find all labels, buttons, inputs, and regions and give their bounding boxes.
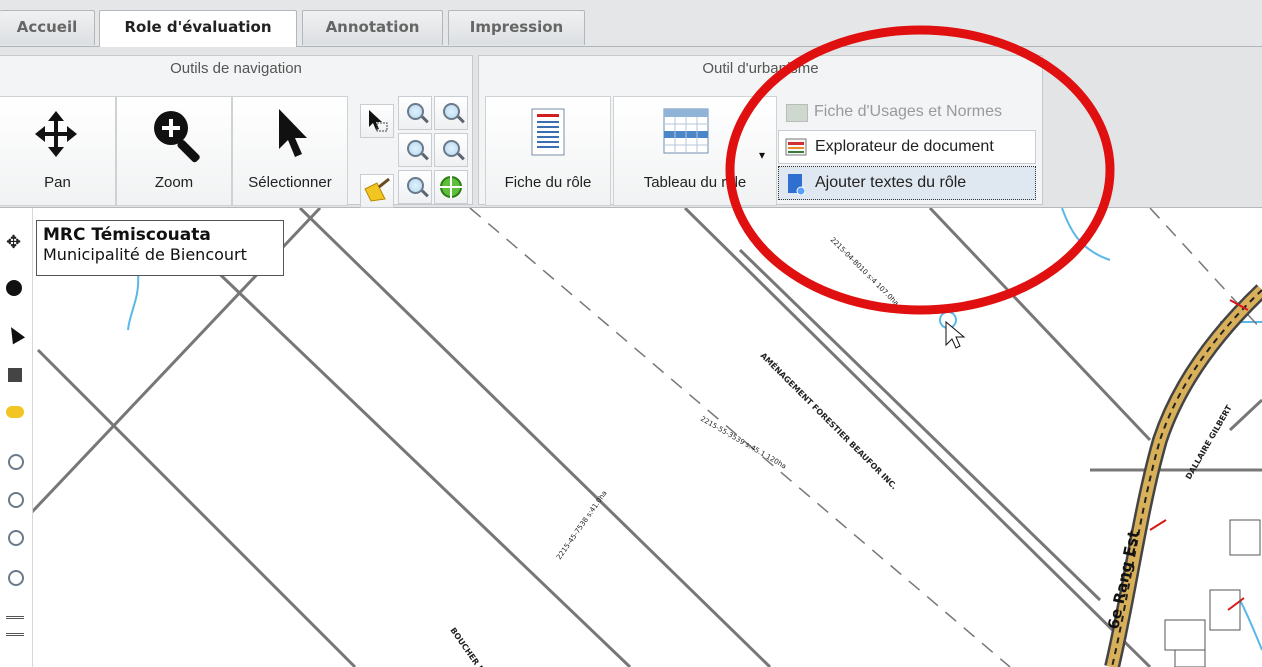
pan-button[interactable]: Pan — [0, 96, 116, 206]
cadastral-map[interactable]: AMÉNAGEMENT FORESTIER BEAUFOR INC. BOUCH… — [0, 208, 1262, 667]
zoom-label: Zoom — [154, 174, 194, 191]
map-canvas[interactable]: AMÉNAGEMENT FORESTIER BEAUFOR INC. BOUCH… — [0, 208, 1262, 667]
globe-icon — [440, 176, 462, 198]
tooltip-subtitle: Municipalité de Biencourt — [43, 245, 247, 264]
menu-item-explorateur-document[interactable]: Explorateur de document — [778, 130, 1036, 164]
tooltip-title: MRC Témiscouata — [43, 225, 211, 245]
select-area-button[interactable] — [360, 104, 394, 138]
pan-tool-icon[interactable]: ✥ — [6, 232, 21, 253]
zoom-box-tool-icon[interactable] — [8, 530, 24, 546]
zoom-previous-button[interactable] — [434, 133, 468, 167]
usage-norms-icon — [786, 104, 808, 122]
select-area-icon — [369, 110, 388, 132]
zoom-out-icon — [407, 140, 424, 157]
parcel-number-label: 2215-04-8010 s:4 107.0ha — [829, 236, 901, 308]
tab-role-evaluation[interactable]: Role d'évaluation — [99, 10, 297, 47]
table-icon — [663, 108, 709, 154]
tableau-du-role-button[interactable]: Tableau du rôle — [613, 96, 777, 206]
zoom-out-small-button[interactable] — [398, 133, 432, 167]
select-tool-icon[interactable] — [4, 323, 26, 345]
parcel-number-label: 2215-45-7538 s:41.0ha — [555, 489, 609, 561]
add-text-icon — [787, 173, 806, 196]
chevron-down-icon[interactable]: ▾ — [759, 148, 771, 162]
menu-item-ajouter-textes-label: Ajouter textes du rôle — [815, 174, 967, 191]
navigation-group-title: Outils de navigation — [170, 60, 302, 77]
pan-label: Pan — [44, 174, 71, 191]
map-tooltip: MRC Témiscouata Municipalité de Biencour… — [36, 220, 284, 276]
zoom-full-button[interactable] — [398, 170, 432, 204]
tab-annotation[interactable]: Annotation — [302, 10, 443, 45]
zoom-previous-tool-icon[interactable] — [8, 570, 24, 586]
zoom-box-button[interactable] — [434, 96, 468, 130]
layers-tool-icon[interactable] — [6, 616, 24, 636]
document-explorer-icon — [785, 137, 807, 157]
ribbon-panel: Outils de navigation Pan Zoom Sélectionn… — [0, 47, 1262, 208]
parcel-number-label: 2215-55-3539 s:45.1 120ha — [699, 415, 788, 471]
zoom-box-icon — [443, 103, 460, 120]
zoom-full-icon — [407, 177, 424, 194]
broom-tool-icon[interactable] — [6, 406, 24, 418]
menu-item-ajouter-textes[interactable]: Ajouter textes du rôle — [778, 166, 1036, 200]
zoom-in-small-button[interactable] — [398, 96, 432, 130]
select-label: Sélectionner — [248, 174, 332, 191]
zoom-out-tool-icon[interactable] — [8, 492, 24, 508]
ribbon-tab-bar: Accueil Role d'évaluation Annotation Imp… — [0, 0, 1262, 47]
pan-icon — [35, 111, 77, 157]
zoom-tool-icon[interactable] — [6, 280, 22, 296]
menu-item-fiche-usages-normes[interactable]: Fiche d'Usages et Normes — [778, 96, 1036, 130]
urbanism-group-title: Outil d'urbanisme — [702, 60, 819, 77]
menu-item-explorateur-label: Explorateur de document — [815, 138, 994, 155]
map-toolbar-left: ✥ — [0, 208, 33, 667]
clear-selection-button[interactable] — [360, 174, 394, 208]
zoom-icon — [154, 111, 200, 163]
tab-accueil[interactable]: Accueil — [0, 10, 95, 45]
parcel-owner-label: BOUCHER DANIEL — [448, 626, 501, 667]
zoom-in-icon — [407, 103, 424, 120]
zoom-in-tool-icon[interactable] — [8, 454, 24, 470]
zoom-button[interactable]: Zoom — [116, 96, 232, 206]
menu-item-fiche-usages-label: Fiche d'Usages et Normes — [814, 103, 1003, 120]
full-extent-button[interactable] — [434, 170, 468, 204]
document-list-icon — [531, 108, 565, 156]
tableau-du-role-label: Tableau du rôle — [643, 174, 747, 191]
zoom-previous-icon — [443, 140, 460, 157]
fiche-du-role-button[interactable]: Fiche du rôle — [485, 96, 611, 206]
select-button[interactable]: Sélectionner — [232, 96, 348, 206]
broom-icon — [364, 177, 390, 202]
mouse-cursor-icon — [939, 311, 966, 349]
fiche-du-role-label: Fiche du rôle — [504, 174, 592, 191]
arrow-pointer-icon — [279, 109, 307, 157]
tab-impression[interactable]: Impression — [448, 10, 585, 45]
navigation-tools-group: Outils de navigation Pan Zoom Sélectionn… — [0, 55, 473, 208]
parcel-owner-label: AMÉNAGEMENT FORESTIER BEAUFOR INC. — [759, 350, 901, 492]
select-area-tool-icon[interactable] — [8, 368, 22, 382]
